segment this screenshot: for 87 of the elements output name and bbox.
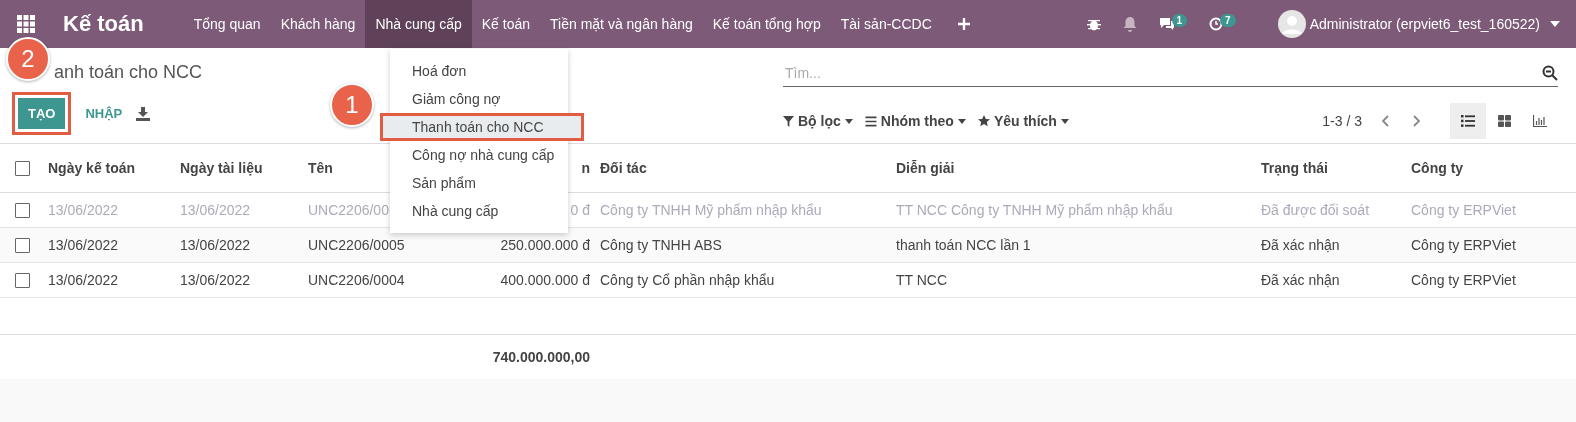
column-header[interactable]: Diễn giải [888,160,963,176]
menu-item[interactable]: Tiền mặt và ngân hàng [540,0,703,48]
column-header[interactable]: Tên [300,160,341,176]
table-cell-text: Công ty TNHH ABS [599,237,723,253]
column-header[interactable]: n [573,160,592,176]
table-cell-text: 0 đ [569,202,591,218]
table-cell-text: Đã xác nhận [1260,272,1341,288]
avatar-icon[interactable] [1277,10,1306,38]
table-cell-text: 250.000.000 đ [499,237,591,253]
dropdown-item[interactable]: Nhà cung cấp [390,197,568,225]
user-menu[interactable]: Administrator (erpviet6_test_160522) [1309,16,1540,32]
total-amount: 740.000.000,00 [491,349,591,365]
menu-item[interactable]: Tổng quan [183,0,271,48]
table-cell-text: UNC2206/0005 [307,237,406,253]
table-cell-text: Đã được đối soát [1260,202,1371,218]
grid-icon [1497,115,1511,127]
filter-dropdown[interactable]: Bộ lọc [783,113,865,129]
funnel-icon [783,115,794,127]
column-header[interactable]: Ngày kế toán [40,160,144,176]
checkbox[interactable] [14,160,30,176]
table-cell-text: Công ty Cổ phần nhập khẩu [599,272,776,288]
filter-dropdown[interactable]: Nhóm theo [864,113,978,129]
checkbox[interactable] [14,272,30,288]
table-cell-text: TT NCC Công ty TNHH Mỹ phẩm nhập khẩu [895,202,1174,218]
menu-item[interactable]: Kế toán [471,0,541,48]
table-cell-text: 13/06/2022 [179,272,252,288]
dropdown-item[interactable]: Giảm công nợ [390,85,568,113]
dropdown-item[interactable]: Hoá đơn [390,57,568,85]
step-marker: 1 [330,83,374,127]
bell-icon[interactable] [1122,16,1137,32]
search-icon[interactable] [1542,65,1558,81]
checkbox[interactable] [14,202,30,218]
table-cell-text: thanh toán NCC lần 1 [895,237,1032,253]
star-icon [977,115,990,127]
menu-item[interactable]: Khách hàng [270,0,366,48]
table-cell-text: UNC2206/0004 [307,272,406,288]
table-cell-text: 13/06/2022 [179,202,252,218]
table-cell-text: Công ty ERPViet [1410,272,1517,288]
table-cell-text: Công ty TNHH Mỹ phẩm nhập khẩu [599,202,823,218]
menu-item[interactable]: Tài sản-CCDC [830,0,942,48]
caret-icon [844,118,853,124]
plus-icon[interactable] [957,18,970,30]
column-header[interactable]: Đối tác [592,160,655,176]
activity-count-badge: 7 [1220,13,1236,27]
table-cell-text: 13/06/2022 [179,237,252,253]
menu-item[interactable]: Nhà cung cấp [365,0,472,48]
table-row[interactable]: 13/06/2022 13/06/2022 UNC2206/0004 400.000.000 đ Công ty Cổ phần nhập khẩu TT NCC Đã xác nhận Công ty ERPViet [0,263,1576,298]
table-cell-text: Đã xác nhận [1260,237,1341,253]
previous-icon[interactable] [1382,115,1390,127]
app-title: Kế toán [63,11,144,37]
clock-icon[interactable] [1209,17,1224,31]
checkbox[interactable] [14,237,30,253]
step-marker: 2 [6,37,50,81]
column-header[interactable]: Ngày tài liệu [172,160,271,176]
table-cell-text: 13/06/2022 [47,237,120,253]
download-icon[interactable] [136,106,151,121]
caret-icon [957,118,966,124]
table-cell-text: 13/06/2022 [47,272,120,288]
import-button[interactable]: NHẬP [85,106,123,121]
breadcrumb-title: anh toán cho NCC [54,62,203,83]
filter-dropdown[interactable]: Yêu thích [977,113,1081,129]
next-icon[interactable] [1412,115,1420,127]
caret-icon[interactable] [1550,21,1560,27]
table-cell-text: Công ty ERPViet [1410,237,1517,253]
table-cell-text: 13/06/2022 [47,202,120,218]
message-count-badge: 1 [1171,13,1188,27]
bug-icon[interactable] [1086,17,1101,31]
bar-chart-icon [1533,115,1547,127]
column-header[interactable]: Trạng thái [1253,160,1336,176]
dropdown-item[interactable]: Thanh toán cho NCC [380,113,584,141]
table-row[interactable]: 13/06/2022 13/06/2022 UNC2206/0005 250.000.000 đ Công ty TNHH ABS thanh toán NCC lần 1 Đã xác nhận Công ty ERPViet [0,228,1576,263]
list-icon [864,115,877,127]
table-cell-text: 400.000.000 đ [499,272,591,288]
menu-item[interactable]: Kế toán tổng hợp [702,0,831,48]
chat-icon[interactable] [1158,17,1175,31]
table-cell-text: UNC2206/00 [307,202,390,218]
column-header[interactable]: Công ty [1403,160,1472,176]
list-icon [1461,115,1475,127]
dropdown-item[interactable]: Công nợ nhà cung cấp [390,141,568,169]
search-field[interactable]: Tìm... [783,65,1542,81]
apps-menu-icon[interactable] [17,15,35,33]
table-cell-text: TT NCC [895,272,949,288]
list-view-button[interactable] [1450,103,1486,139]
caret-icon [1060,118,1069,124]
table-cell-text: Công ty ERPViet [1410,202,1517,218]
pager-text: 1-3 / 3 [1322,113,1362,129]
create-button[interactable]: TẠO [18,98,66,129]
